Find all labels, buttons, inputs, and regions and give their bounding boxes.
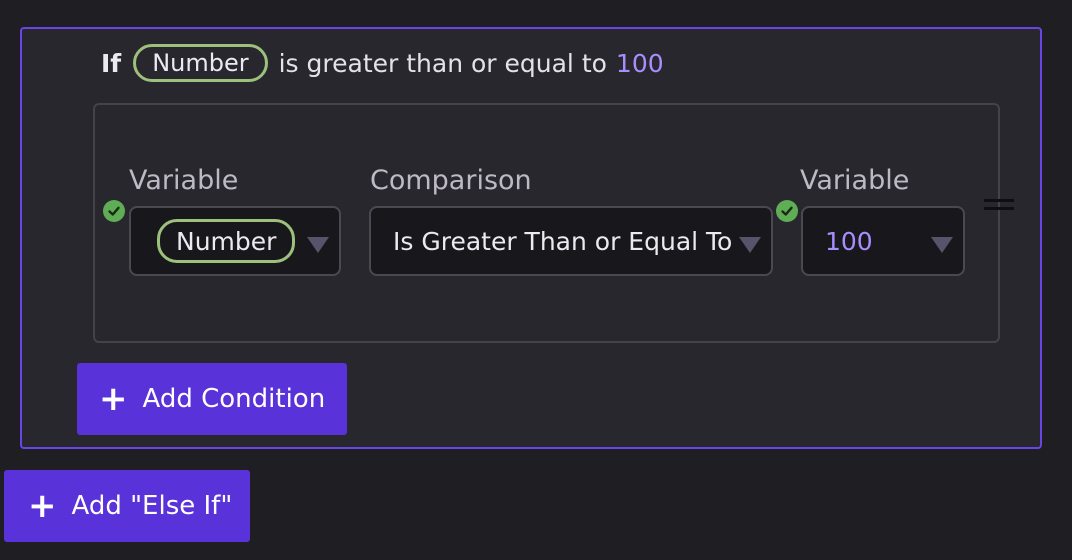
left-variable-pill: Number (157, 219, 296, 263)
summary-operator: is greater than or equal to (278, 48, 607, 78)
plus-icon: + (28, 486, 57, 526)
right-variable-label: Variable (800, 165, 910, 196)
add-condition-button[interactable]: + Add Condition (77, 363, 347, 435)
summary-variable-pill: Number (133, 44, 268, 82)
if-block: If Number is greater than or equal to 10… (20, 27, 1042, 449)
caret-down-icon (739, 237, 761, 253)
check-icon (103, 200, 125, 222)
left-variable-label: Variable (129, 165, 239, 196)
comparison-select[interactable]: Is Greater Than or Equal To (369, 206, 773, 276)
right-variable-select[interactable]: 100 (801, 206, 965, 276)
drag-handle-icon[interactable] (984, 199, 1014, 215)
plus-icon: + (99, 379, 128, 419)
add-condition-label: Add Condition (142, 384, 326, 414)
caret-down-icon (307, 237, 329, 253)
right-variable-value: 100 (825, 226, 873, 256)
condition-row: Variable Comparison Variable Number Is G… (93, 103, 1000, 343)
summary-value: 100 (615, 48, 664, 78)
check-icon (776, 200, 798, 222)
comparison-label: Comparison (370, 165, 532, 196)
if-keyword: If (101, 48, 122, 78)
condition-summary: If Number is greater than or equal to 10… (101, 43, 664, 83)
comparison-value: Is Greater Than or Equal To (393, 226, 733, 256)
add-else-if-label: Add "Else If" (71, 491, 233, 521)
left-variable-select[interactable]: Number (129, 206, 341, 276)
caret-down-icon (931, 237, 953, 253)
add-else-if-button[interactable]: + Add "Else If" (4, 470, 250, 542)
